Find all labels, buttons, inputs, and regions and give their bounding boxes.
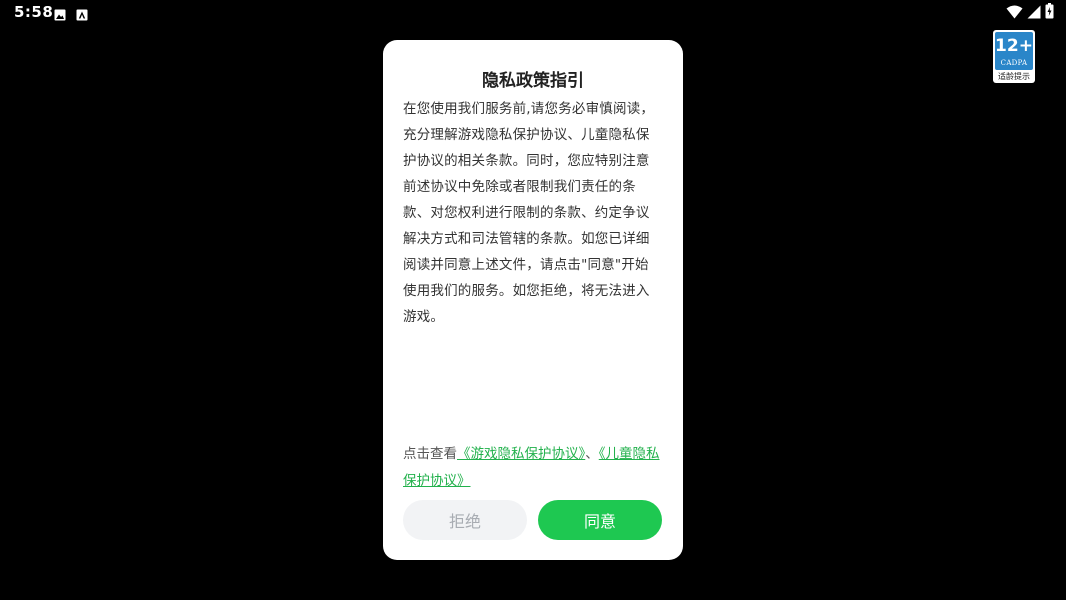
a-notification-icon <box>76 6 88 21</box>
status-right-icons <box>1006 3 1054 23</box>
signal-icon <box>1027 4 1041 23</box>
links-separator: 、 <box>585 446 599 462</box>
image-icon <box>54 6 66 21</box>
links-prefix: 点击查看 <box>403 446 457 462</box>
agree-button[interactable]: 同意 <box>538 500 662 540</box>
privacy-dialog: 隐私政策指引 在您使用我们服务前,请您务必审慎阅读，充分理解游戏隐私保护协议、儿… <box>383 40 683 560</box>
age-rating-badge: 12+ CADPA 适龄提示 <box>993 30 1035 83</box>
dialog-body-text: 在您使用我们服务前,请您务必审慎阅读，充分理解游戏隐私保护协议、儿童隐私保护协议… <box>403 101 655 325</box>
battery-charging-icon <box>1045 3 1054 23</box>
wifi-icon <box>1006 4 1023 23</box>
status-bar: 5:58 <box>0 0 1066 26</box>
age-rating-tip: 适龄提示 <box>998 72 1030 81</box>
dialog-links-text: 点击查看《游戏隐私保护协议》、《儿童隐私保护协议》 <box>403 441 663 495</box>
age-rating-org: CADPA <box>1000 59 1028 67</box>
dialog-title: 隐私政策指引 <box>482 71 584 91</box>
age-rating-number: 12+ <box>995 36 1033 56</box>
status-time: 5:58 <box>14 3 54 21</box>
age-rating-box: 12+ CADPA <box>995 32 1033 70</box>
reject-button[interactable]: 拒绝 <box>403 500 527 540</box>
screen: 5:58 12+ CADPA 适龄提示 隐私政策指引 在您使用我们服务前,请您务… <box>0 0 1066 600</box>
game-privacy-link[interactable]: 《游戏隐私保护协议》 <box>457 446 585 462</box>
